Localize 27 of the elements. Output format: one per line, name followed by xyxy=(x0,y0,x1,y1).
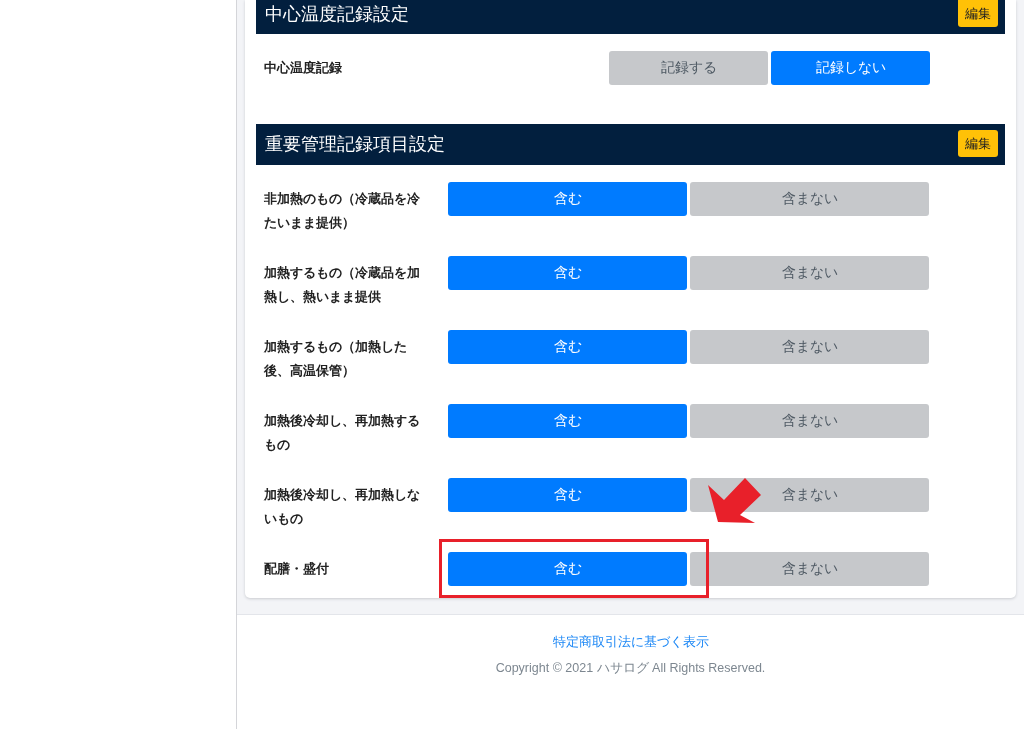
option-button[interactable]: 含む xyxy=(448,182,687,216)
option-button[interactable]: 含まない xyxy=(690,404,929,438)
setting-label: 加熱後冷却し、再加熱するもの xyxy=(263,412,421,454)
setting-label: 加熱後冷却し、再加熱しないもの xyxy=(263,486,421,528)
setting-label: 配膳・盛付 xyxy=(263,560,330,578)
option-button[interactable]: 含む xyxy=(448,256,687,290)
setting-label: 加熱するもの（加熱した後、高温保管） xyxy=(263,338,408,380)
setting-label: 中心温度記録 xyxy=(263,59,343,77)
arrow-icon xyxy=(708,478,761,523)
section-title: 中心温度記録設定 xyxy=(265,3,409,26)
footer-link[interactable]: 特定商取引法に基づく表示 xyxy=(552,632,709,652)
edit-button[interactable]: 編集 xyxy=(958,130,998,157)
copyright-text: Copyright © 2021 ハサログ All Rights Reserved. xyxy=(495,660,766,677)
setting-label: 加熱するもの（冷蔵品を加熱し、熱いまま提供 xyxy=(263,264,421,306)
setting-label: 非加熱のもの（冷蔵品を冷たいまま提供） xyxy=(263,190,421,232)
option-button[interactable]: 含まない xyxy=(690,182,929,216)
option-button[interactable]: 含まない xyxy=(690,330,929,364)
option-button[interactable]: 含まない xyxy=(690,256,929,290)
option-button[interactable]: 含まない xyxy=(690,552,929,586)
option-button[interactable]: 含む xyxy=(448,552,687,586)
section-title: 重要管理記録項目設定 xyxy=(265,133,445,156)
edit-button[interactable]: 編集 xyxy=(958,0,998,27)
option-button[interactable]: 記録しない xyxy=(771,51,930,85)
option-button[interactable]: 含む xyxy=(448,330,687,364)
option-button[interactable]: 含む xyxy=(448,478,687,512)
option-button[interactable]: 含む xyxy=(448,404,687,438)
option-button[interactable]: 記録する xyxy=(609,51,768,85)
